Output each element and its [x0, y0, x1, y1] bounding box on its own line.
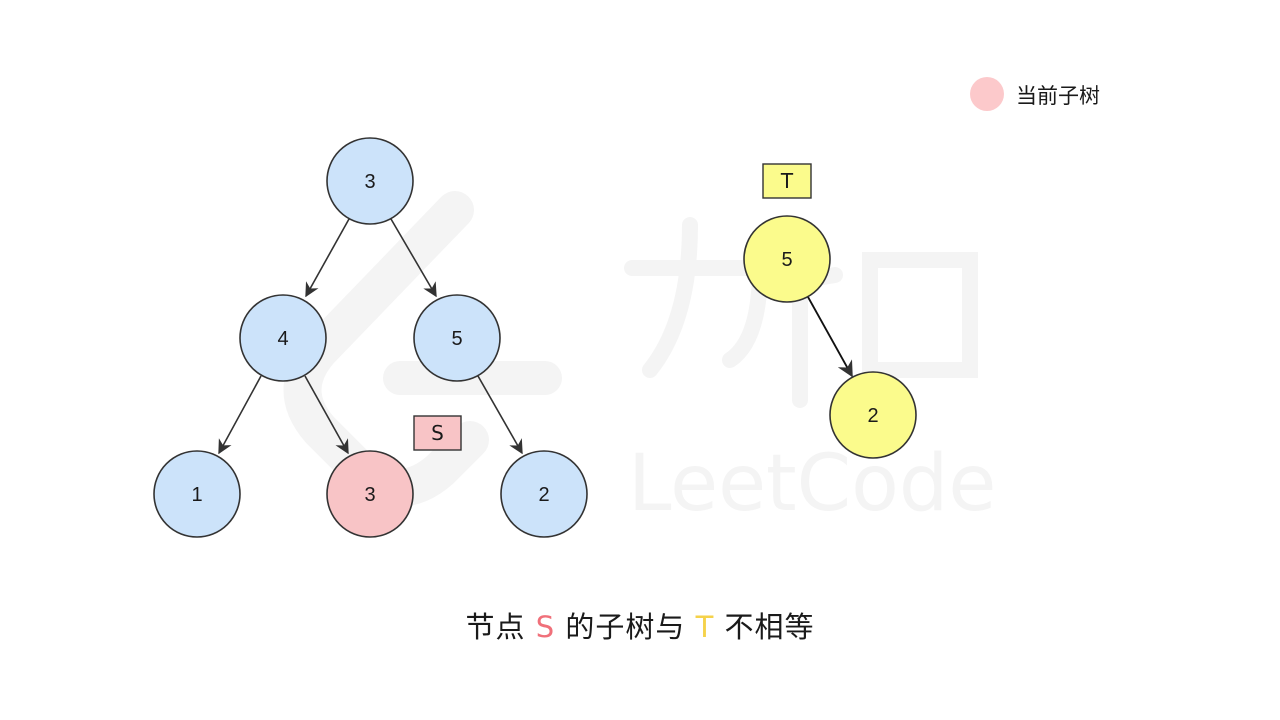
node-value: 5: [781, 249, 792, 271]
node-value: 3: [364, 171, 375, 193]
node-value: 5: [451, 328, 462, 350]
edge-t5-to-t2: [807, 296, 853, 378]
tree-t-node-right: 2: [829, 371, 917, 459]
node-value: 2: [538, 484, 549, 506]
edge-4-to-1: [218, 375, 262, 455]
watermark-text: LeetCode: [628, 439, 996, 529]
tree-t-node-root: 5: [743, 215, 831, 303]
node-value: 3: [364, 484, 375, 506]
node-value: 1: [191, 484, 202, 506]
tree-t-edges: [807, 296, 853, 378]
tag-t-label: T: [780, 169, 794, 193]
legend-swatch: [970, 77, 1004, 111]
tag-s: S: [413, 415, 462, 451]
tree-s-node-left-left: 1: [153, 450, 241, 538]
tree-s-node-right: 5: [413, 294, 501, 382]
caption-part1: 节点: [465, 610, 526, 644]
tree-s-node-left-right: 3: [326, 450, 414, 538]
caption: 节点 S 的子树与 T 不相等: [0, 604, 1280, 646]
legend: 当前子树: [970, 77, 1100, 111]
caption-part3: 不相等: [724, 610, 815, 644]
tree-s-node-right-right: 2: [500, 450, 588, 538]
caption-t-letter: T: [695, 610, 715, 644]
caption-part2: 的子树与: [565, 610, 686, 644]
tag-t: T: [762, 163, 812, 199]
caption-s-letter: S: [535, 610, 556, 644]
node-value: 2: [867, 405, 878, 427]
tree-s-node-left: 4: [239, 294, 327, 382]
tree-s-node-root: 3: [326, 137, 414, 225]
legend-label: 当前子树: [1016, 84, 1100, 108]
node-value: 4: [277, 328, 288, 350]
tag-s-label: S: [431, 421, 444, 445]
edge-root-to-4: [305, 218, 350, 298]
